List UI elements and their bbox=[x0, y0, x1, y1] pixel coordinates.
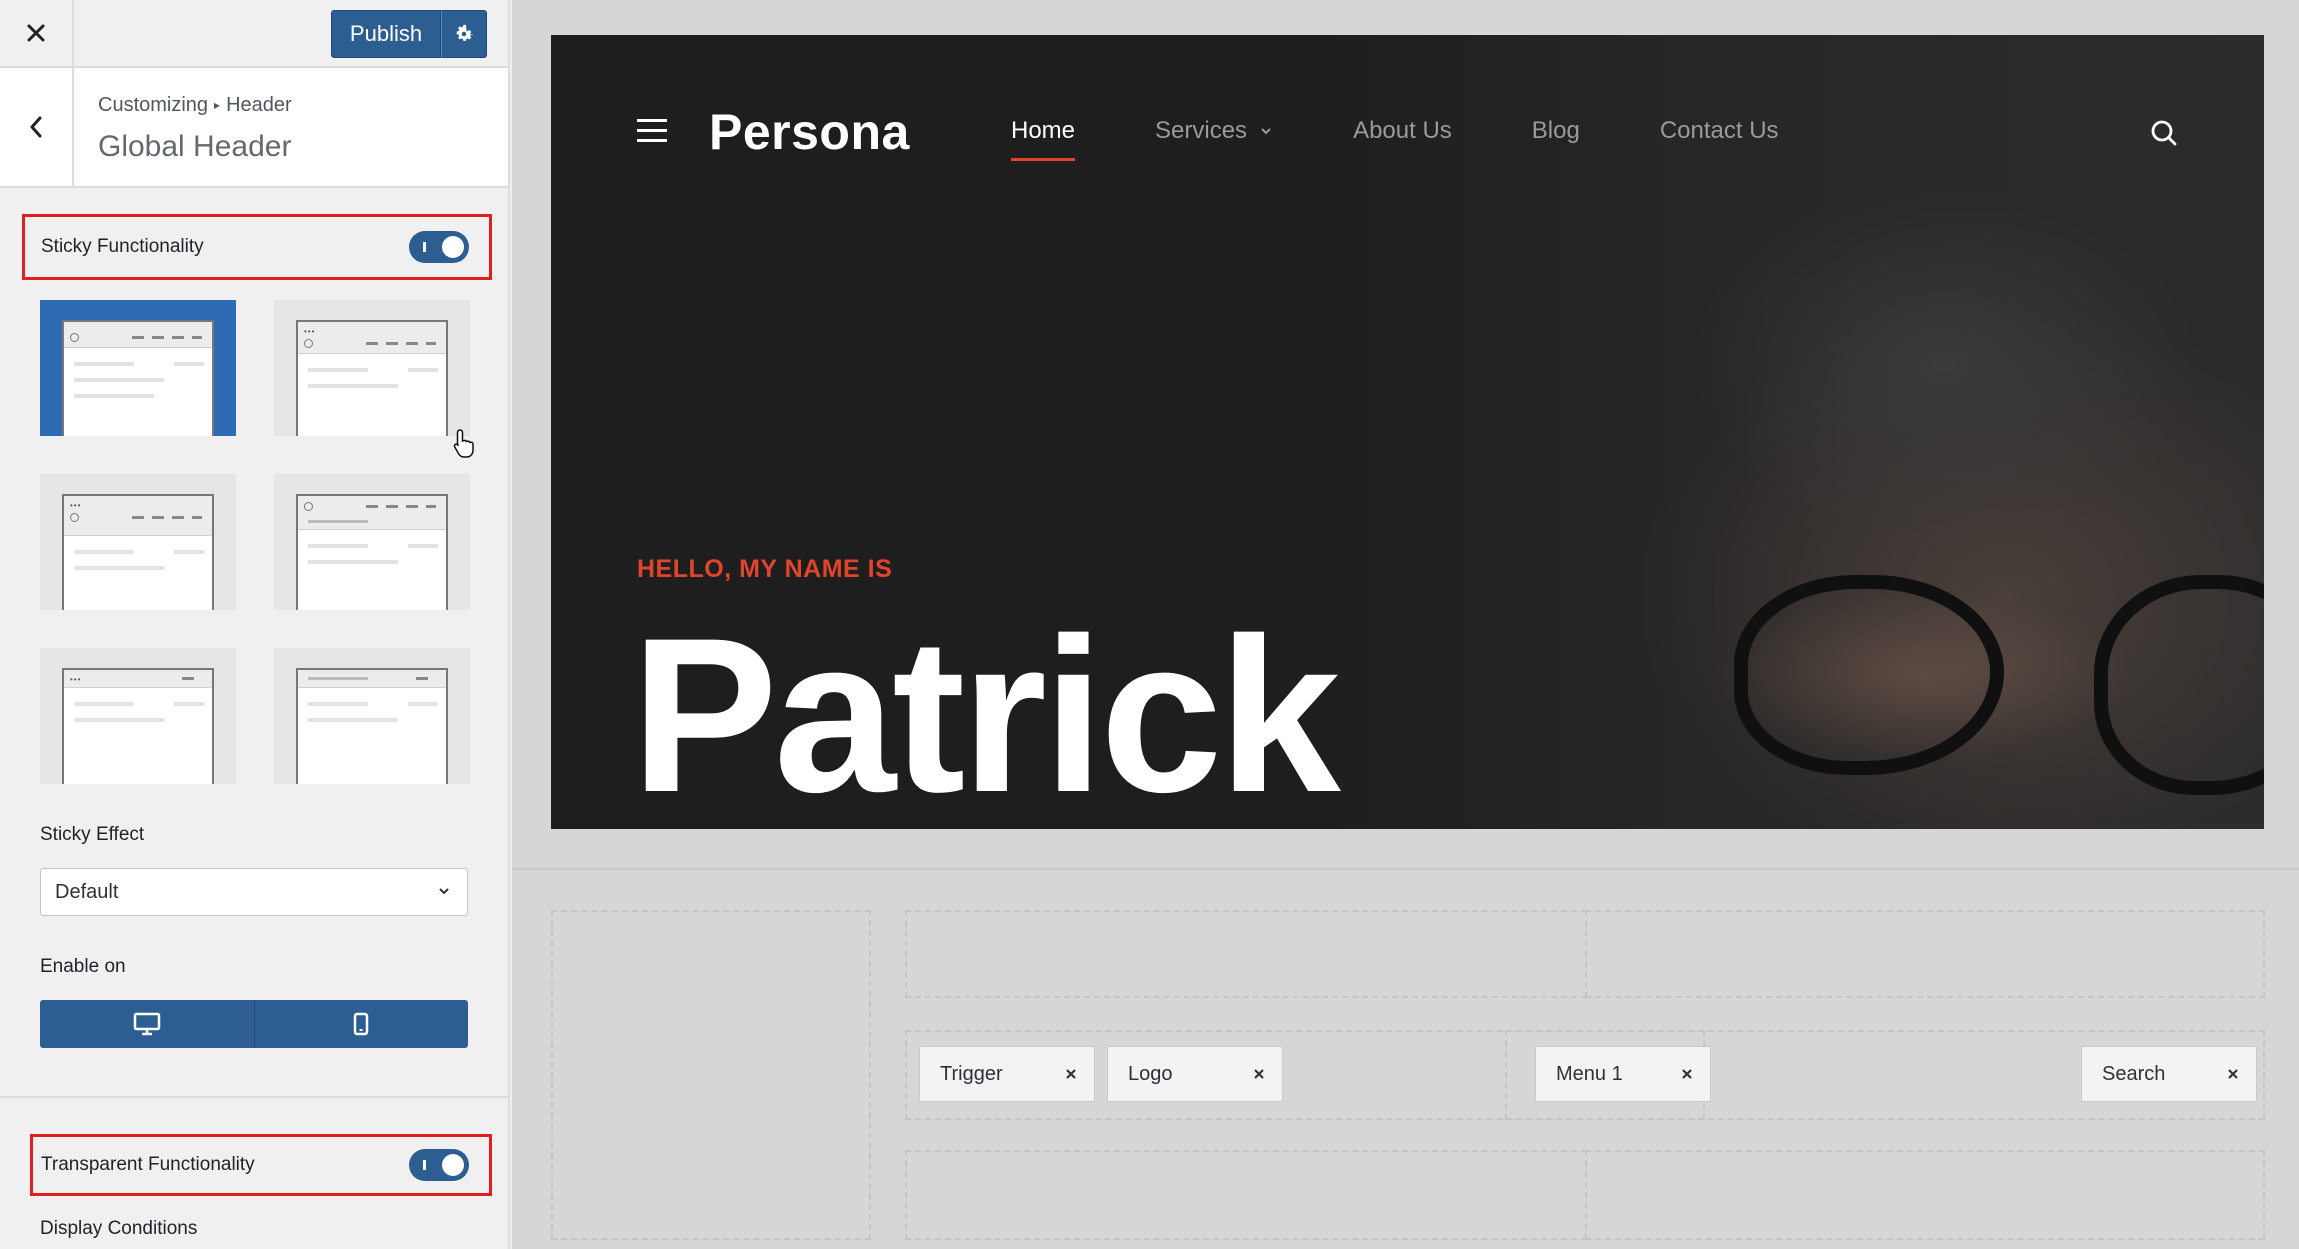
publish-settings-button[interactable] bbox=[441, 10, 487, 58]
back-button[interactable] bbox=[0, 68, 74, 186]
device-desktop-button[interactable] bbox=[40, 1000, 255, 1048]
gear-icon bbox=[456, 24, 473, 41]
customizer-sidebar: Publish Customizing ▸ Header Global Header… bbox=[0, 0, 510, 1249]
primary-nav: Home Services About Us Blog Contact Us bbox=[1011, 117, 1859, 161]
sticky-effect-select[interactable]: Default bbox=[40, 868, 468, 916]
mobile-icon bbox=[354, 1012, 369, 1036]
sticky-functionality-toggle[interactable] bbox=[409, 231, 469, 263]
sticky-layout-option-1[interactable] bbox=[40, 300, 236, 436]
sticky-effect-value: Default bbox=[55, 880, 119, 903]
preview-divider bbox=[512, 868, 2299, 870]
layout-preview-icon: ••• bbox=[62, 668, 214, 784]
chevron-down-icon bbox=[439, 888, 449, 895]
sticky-layout-option-3[interactable]: ••• bbox=[40, 474, 236, 610]
desktop-icon bbox=[133, 1012, 160, 1036]
builder-item-menu-1-label: Menu 1 bbox=[1556, 1062, 1623, 1085]
builder-item-search-label: Search bbox=[2102, 1062, 2166, 1085]
breadcrumb-separator-icon: ▸ bbox=[214, 98, 221, 112]
nav-contact-us[interactable]: Contact Us bbox=[1660, 117, 1779, 145]
sticky-layout-option-4[interactable] bbox=[274, 474, 470, 610]
builder-item-trigger-label: Trigger bbox=[940, 1062, 1003, 1085]
sticky-layout-option-6[interactable] bbox=[274, 648, 470, 784]
builder-bottom-left-zone[interactable] bbox=[905, 1150, 1587, 1240]
hand-cursor-icon bbox=[453, 429, 474, 458]
nav-contact-us-label: Contact Us bbox=[1659, 117, 1779, 144]
builder-bottom-right-zone[interactable] bbox=[1585, 1150, 2265, 1240]
layout-preview-icon bbox=[296, 494, 448, 610]
sticky-layout-option-2[interactable]: ••• bbox=[274, 300, 470, 436]
customizer-topbar: Publish bbox=[0, 0, 508, 68]
sticky-functionality-label: Sticky Functionality bbox=[41, 236, 204, 257]
layout-preview-icon bbox=[62, 320, 214, 436]
breadcrumb-header: Header bbox=[226, 94, 292, 116]
builder-item-menu-1[interactable]: Menu 1 bbox=[1535, 1046, 1711, 1102]
site-header: Persona Home Services About Us Blog Cont… bbox=[551, 35, 2264, 195]
glasses-left-lens bbox=[1734, 575, 2004, 775]
builder-item-search[interactable]: Search bbox=[2081, 1046, 2257, 1102]
close-button[interactable] bbox=[0, 0, 74, 66]
search-icon[interactable] bbox=[2150, 119, 2178, 152]
sticky-layout-option-5[interactable]: ••• bbox=[40, 648, 236, 784]
close-icon[interactable] bbox=[1680, 1067, 1694, 1081]
builder-item-logo-label: Logo bbox=[1128, 1062, 1173, 1085]
chevron-down-icon bbox=[1261, 128, 1271, 135]
sticky-functionality-row: Sticky Functionality bbox=[22, 214, 492, 280]
publish-button[interactable]: Publish bbox=[331, 10, 441, 58]
section-title: Global Header bbox=[98, 130, 292, 163]
nav-blog[interactable]: Blog bbox=[1532, 117, 1580, 145]
builder-item-trigger[interactable]: Trigger bbox=[919, 1046, 1095, 1102]
hero-eyebrow: HELLO, MY NAME IS bbox=[637, 555, 893, 583]
nav-about-us[interactable]: About Us bbox=[1353, 117, 1452, 145]
builder-offcanvas-zone[interactable] bbox=[551, 910, 871, 1240]
layout-preview-icon: ••• bbox=[62, 494, 214, 610]
enable-on-label: Enable on bbox=[40, 956, 126, 977]
enable-on-devices bbox=[40, 1000, 468, 1048]
device-mobile-button[interactable] bbox=[254, 1000, 468, 1048]
breadcrumb: Customizing ▸ Header bbox=[98, 94, 292, 117]
nav-services[interactable]: Services bbox=[1155, 117, 1273, 145]
close-icon[interactable] bbox=[1252, 1067, 1266, 1081]
builder-top-right-zone[interactable] bbox=[1585, 910, 2265, 998]
chevron-left-icon bbox=[30, 116, 42, 138]
transparent-functionality-row: Transparent Functionality bbox=[30, 1134, 492, 1196]
builder-item-logo[interactable]: Logo bbox=[1107, 1046, 1283, 1102]
nav-services-label: Services bbox=[1155, 117, 1248, 144]
transparent-functionality-toggle[interactable] bbox=[409, 1149, 469, 1181]
menu-trigger-icon[interactable] bbox=[637, 119, 667, 149]
display-conditions-label: Display Conditions bbox=[40, 1218, 198, 1239]
hero-name: Patrick bbox=[631, 592, 1341, 829]
site-logo[interactable]: Persona bbox=[709, 103, 910, 161]
transparent-functionality-label: Transparent Functionality bbox=[41, 1154, 255, 1175]
breadcrumb-customizing: Customizing bbox=[98, 94, 209, 116]
nav-about-us-label: About Us bbox=[1353, 117, 1452, 144]
publish-group: Publish bbox=[331, 10, 487, 58]
close-icon bbox=[27, 24, 45, 42]
nav-blog-label: Blog bbox=[1531, 117, 1580, 144]
nav-home[interactable]: Home bbox=[1011, 117, 1076, 161]
builder-top-left-zone[interactable] bbox=[905, 910, 1587, 998]
nav-home-label: Home bbox=[1011, 117, 1076, 144]
sticky-effect-label: Sticky Effect bbox=[40, 824, 145, 845]
hero-section: Persona Home Services About Us Blog Cont… bbox=[551, 35, 2264, 829]
site-preview: Persona Home Services About Us Blog Cont… bbox=[512, 0, 2299, 1249]
layout-preview-icon: ••• bbox=[296, 320, 448, 436]
section-header: Customizing ▸ Header Global Header bbox=[0, 68, 508, 188]
close-icon[interactable] bbox=[1064, 1067, 1078, 1081]
panel-divider bbox=[0, 1096, 508, 1098]
panel-body: Sticky Functionality ••• ••• ••• Sticky … bbox=[0, 188, 508, 1249]
close-icon[interactable] bbox=[2226, 1067, 2240, 1081]
glasses-right-lens bbox=[2094, 575, 2264, 795]
layout-preview-icon bbox=[296, 668, 448, 784]
